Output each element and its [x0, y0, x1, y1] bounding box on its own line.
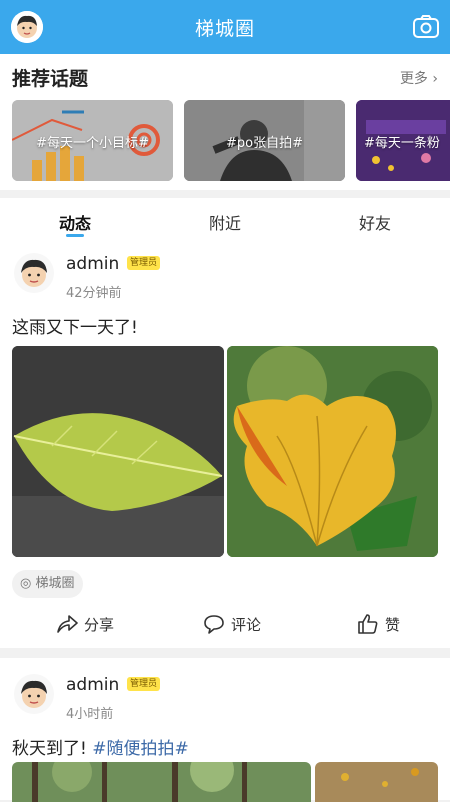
- topic-label: #每天一个小目标#: [36, 136, 149, 151]
- circle-tag-label: 梯城圈: [35, 576, 75, 591]
- admin-badge: 管理员: [127, 677, 161, 691]
- more-label: 更多: [399, 71, 428, 87]
- post-photo[interactable]: [12, 762, 311, 802]
- circle-tag[interactable]: ◎ 梯城圈: [12, 570, 83, 598]
- chevron-right-icon: ›: [432, 71, 438, 87]
- topics-heading: 推荐话题: [12, 68, 89, 90]
- avatar-icon: [14, 674, 54, 714]
- trees-photo-icon: [12, 762, 311, 802]
- tab-moments[interactable]: 动态: [35, 210, 115, 234]
- topic-label: #po张自拍#: [226, 136, 303, 151]
- app-header: 梯城圈: [0, 0, 450, 54]
- post-photo[interactable]: [12, 346, 224, 557]
- more-topics-link[interactable]: 更多 ›: [400, 68, 438, 88]
- post-text: 这雨又下一天了!: [12, 318, 138, 338]
- post-text: 秋天到了! #随便拍拍#: [12, 734, 189, 759]
- comment-icon: [204, 615, 224, 634]
- topic-card[interactable]: #po张自拍#: [184, 100, 345, 181]
- post-hashtag[interactable]: #随便拍拍#: [92, 739, 189, 759]
- post-divider: [0, 648, 450, 658]
- username[interactable]: admin: [66, 675, 119, 695]
- admin-badge: 管理员: [127, 256, 161, 270]
- comment-button[interactable]: 评论: [203, 614, 261, 635]
- feed-section: 动态 附近 好友 admin 管理员 42分钟前 这雨又下一天了! ◎ 梯城圈 …: [0, 198, 450, 802]
- leaf-photo-icon: [12, 346, 224, 557]
- recommended-topics-section: 推荐话题 更多 › #每天一个小目标# #po张自拍# #每天一条粉: [0, 54, 450, 190]
- avatar[interactable]: [14, 674, 54, 714]
- post-photo[interactable]: [315, 762, 438, 802]
- post-text-body: 秋天到了!: [12, 739, 87, 759]
- topic-card[interactable]: #每天一个小目标#: [12, 100, 173, 181]
- avatar[interactable]: [14, 253, 54, 293]
- thumbs-up-icon: [358, 614, 378, 634]
- avatar-icon: [14, 253, 54, 293]
- ground-leaves-photo-icon: [315, 762, 438, 802]
- circle-icon: ◎: [20, 576, 32, 591]
- like-label: 赞: [385, 616, 401, 634]
- share-icon: [57, 615, 78, 633]
- post-time: 42分钟前: [66, 286, 122, 301]
- camera-icon[interactable]: [412, 14, 440, 40]
- like-button[interactable]: 赞: [357, 614, 400, 635]
- page-title: 梯城圈: [194, 18, 255, 40]
- share-label: 分享: [84, 616, 115, 634]
- feed-tabs: 动态 附近 好友: [0, 198, 450, 240]
- topic-label: #每天一条粉: [364, 136, 440, 151]
- comment-label: 评论: [231, 616, 262, 634]
- tab-nearby[interactable]: 附近: [185, 210, 265, 234]
- active-tab-indicator: [66, 234, 84, 237]
- post-photo[interactable]: [227, 346, 438, 557]
- post-time: 4小时前: [66, 707, 114, 722]
- tab-friends[interactable]: 好友: [335, 210, 415, 234]
- share-button[interactable]: 分享: [56, 614, 114, 635]
- username[interactable]: admin: [66, 254, 119, 274]
- autumn-leaf-photo-icon: [227, 346, 438, 557]
- topic-card[interactable]: #每天一条粉: [356, 100, 450, 181]
